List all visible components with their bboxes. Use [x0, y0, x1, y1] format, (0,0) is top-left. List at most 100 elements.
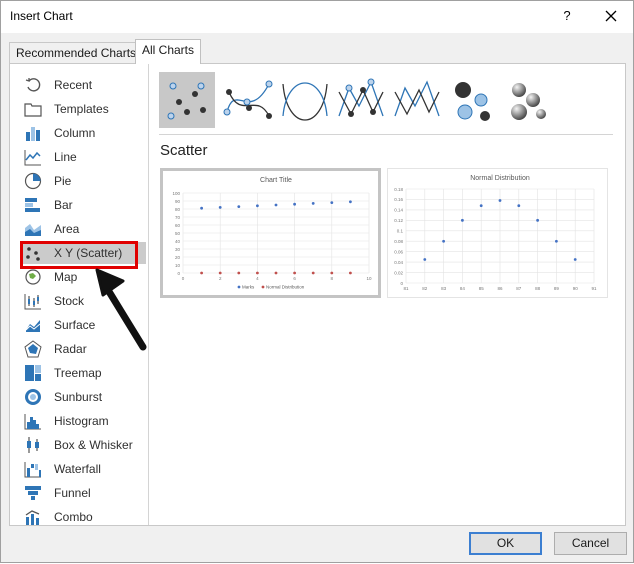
sidebar-item-label: Map — [54, 270, 78, 284]
sidebar-item-column[interactable]: Column — [21, 122, 146, 144]
data-point — [237, 205, 241, 208]
sidebar-item-label: Stock — [54, 294, 85, 308]
sidebar-item-box-whisker[interactable]: Box & Whisker — [21, 434, 146, 456]
data-point — [498, 199, 502, 202]
combo-chart-icon — [25, 510, 40, 525]
chart-title: Normal Distribution — [470, 175, 530, 182]
column-chart-icon — [26, 127, 40, 141]
help-button[interactable]: ? — [557, 5, 577, 27]
data-point — [423, 258, 427, 261]
x-tick-label: 88 — [535, 286, 541, 291]
sidebar-item-map[interactable]: Map — [21, 266, 146, 288]
data-point — [442, 239, 445, 243]
ok-button[interactable]: OK — [469, 532, 542, 555]
sidebar-item-label: Histogram — [54, 414, 109, 428]
sidebar-item-label: Area — [54, 222, 80, 236]
x-tick-label: 2 — [219, 276, 222, 281]
y-tick-label: 0 — [177, 271, 180, 276]
data-point — [311, 271, 315, 275]
x-tick-label: 89 — [554, 286, 560, 291]
tab-all-charts[interactable]: All Charts — [135, 39, 202, 64]
area-chart-icon — [25, 224, 41, 236]
sidebar-item-funnel[interactable]: Funnel — [21, 482, 146, 504]
sidebar-item-label: Recent — [54, 78, 93, 92]
data-point — [573, 258, 577, 261]
scatter-smooth-lines-markers-icon — [223, 80, 273, 119]
sidebar-item-histogram[interactable]: Histogram — [21, 410, 146, 432]
insert-chart-dialog: Insert Chart ? Recommended Charts All Ch… — [0, 0, 634, 563]
chart-subtype-area: Scatter Chart Title 0 10 20 30 40 50 60 70 80 90 10… — [149, 64, 625, 525]
line-chart-icon — [24, 150, 41, 166]
x-tick-label: 83 — [441, 286, 447, 291]
scatter-preview-chart: Normal Distribution00.020.040.060.080.10… — [394, 175, 597, 291]
templates-icon — [24, 103, 42, 117]
scatter-straight-lines-markers-icon — [338, 78, 384, 117]
data-point — [555, 239, 558, 243]
stock-chart-icon — [24, 294, 41, 310]
3d-bubble-icon — [511, 83, 546, 120]
sidebar-item-recent[interactable]: Recent — [21, 74, 146, 96]
sidebar-item-templates[interactable]: Templates — [21, 98, 146, 120]
data-point — [293, 271, 296, 275]
all-charts-panel: Recent Templates Column Line Pie Bar Are… — [9, 63, 626, 526]
scatter-straight-lines-icon — [394, 80, 440, 117]
x-tick-label: 87 — [516, 286, 522, 291]
x-tick-label: 90 — [573, 286, 579, 291]
data-point — [517, 204, 521, 208]
data-point — [274, 203, 278, 207]
x-tick-label: 86 — [497, 286, 503, 291]
sidebar-item-label: Waterfall — [54, 462, 101, 476]
sidebar-item-label: Column — [54, 126, 96, 140]
chart-type-sidebar: Recent Templates Column Line Pie Bar Are… — [10, 64, 149, 525]
waterfall-chart-icon — [24, 462, 41, 478]
chart-preview-normal-distribution[interactable]: Normal Distribution 0 0.02 0.04 0.06 0.08 0.1 0… — [387, 168, 608, 298]
sidebar-item-area[interactable]: Area — [21, 218, 146, 240]
data-point — [330, 271, 334, 275]
sidebar-item-line[interactable]: Line — [21, 146, 146, 168]
cancel-button[interactable]: Cancel — [554, 532, 627, 555]
sidebar-item-radar[interactable]: Radar — [21, 338, 146, 360]
y-tick-label: 50 — [175, 231, 181, 236]
chart-title: Chart Title — [260, 177, 292, 184]
scatter-straight-lines-markers-button[interactable] — [333, 72, 389, 128]
data-point — [293, 202, 296, 206]
sidebar-item-bar[interactable]: Bar — [21, 194, 146, 216]
sidebar-item-treemap[interactable]: Treemap — [21, 362, 146, 384]
subtype-title: Scatter — [160, 142, 208, 159]
data-point — [536, 218, 539, 222]
y-tick-label: 0.14 — [394, 208, 403, 213]
data-point — [461, 218, 464, 222]
scatter-straight-lines-button[interactable] — [389, 72, 445, 128]
data-point — [349, 271, 352, 275]
3d-bubble-subtype-button[interactable] — [501, 72, 557, 128]
y-tick-label: 90 — [175, 199, 181, 204]
scatter-smooth-lines-button[interactable] — [277, 72, 333, 128]
bubble-subtype-button[interactable] — [445, 72, 501, 128]
close-button[interactable] — [599, 5, 623, 27]
data-point — [200, 206, 203, 210]
chart-preview-marks[interactable]: Chart Title 0 10 20 30 40 50 60 70 80 90 100 0 2 4 6 8 10… — [160, 168, 381, 298]
data-point — [256, 204, 259, 208]
x-tick-label: 10 — [366, 276, 372, 281]
sidebar-item-stock[interactable]: Stock — [21, 290, 146, 312]
sidebar-item-sunburst[interactable]: Sunburst — [21, 386, 146, 408]
close-icon — [605, 10, 617, 22]
y-tick-label: 0.06 — [394, 249, 403, 254]
tab-recommended-charts[interactable]: Recommended Charts — [9, 42, 144, 64]
sidebar-item-waterfall[interactable]: Waterfall — [21, 458, 146, 480]
scatter-subtype-button[interactable] — [159, 72, 215, 128]
scatter-smooth-lines-markers-button[interactable] — [221, 72, 277, 128]
y-tick-label: 20 — [175, 255, 181, 260]
data-point — [311, 202, 315, 205]
legend-marker — [237, 285, 241, 289]
data-point — [349, 200, 352, 204]
x-tick-label: 4 — [256, 276, 259, 281]
sidebar-item-combo[interactable]: Combo — [21, 506, 146, 528]
scatter-smooth-lines-icon — [282, 82, 328, 121]
x-tick-label: 91 — [591, 286, 597, 291]
data-point — [200, 271, 203, 275]
y-tick-label: 0.12 — [394, 218, 403, 223]
data-point — [256, 271, 259, 275]
sidebar-item-pie[interactable]: Pie — [21, 170, 146, 192]
sidebar-item-surface[interactable]: Surface — [21, 314, 146, 336]
